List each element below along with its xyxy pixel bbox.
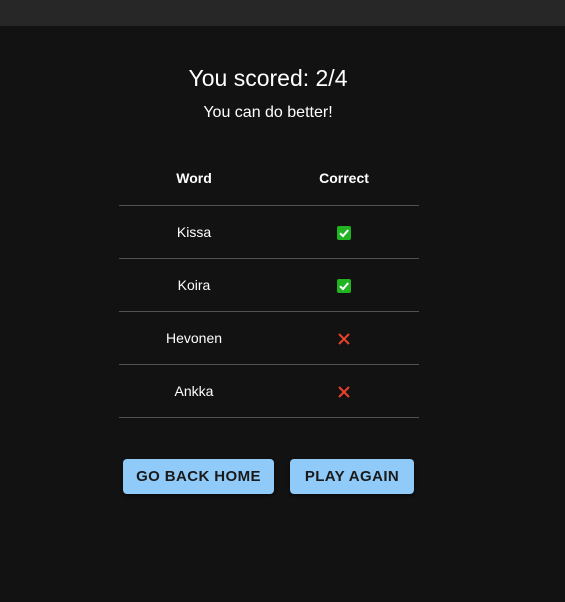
correct-cell [269,258,419,312]
correct-cell [269,205,419,259]
table-row: Koira [119,258,419,312]
word-cell: Hevonen [119,311,269,365]
word-cell: Kissa [119,205,269,259]
column-header-word: Word [119,151,269,206]
results-screen: You scored: 2/4 You can do better! Word … [0,26,565,602]
table-header-row: Word Correct [119,151,419,206]
column-header-correct: Correct [269,151,419,206]
word-cell: Koira [119,258,269,312]
check-icon [337,279,351,294]
score-message: You can do better! [203,104,333,121]
cross-icon [337,385,351,399]
results-table: Word Correct Kissa Koira Hevonen Ankka [119,151,419,418]
table-row: Hevonen [119,311,419,365]
cross-icon [337,332,351,346]
table-row: Kissa [119,205,419,259]
play-again-button[interactable]: PLAY AGAIN [290,459,414,494]
correct-cell [269,364,419,418]
table-row: Ankka [119,364,419,418]
word-cell: Ankka [119,364,269,418]
correct-cell [269,311,419,365]
score-title: You scored: 2/4 [188,65,348,91]
top-app-bar [0,0,565,26]
go-back-home-button[interactable]: GO BACK HOME [123,459,274,494]
check-icon [337,226,351,241]
